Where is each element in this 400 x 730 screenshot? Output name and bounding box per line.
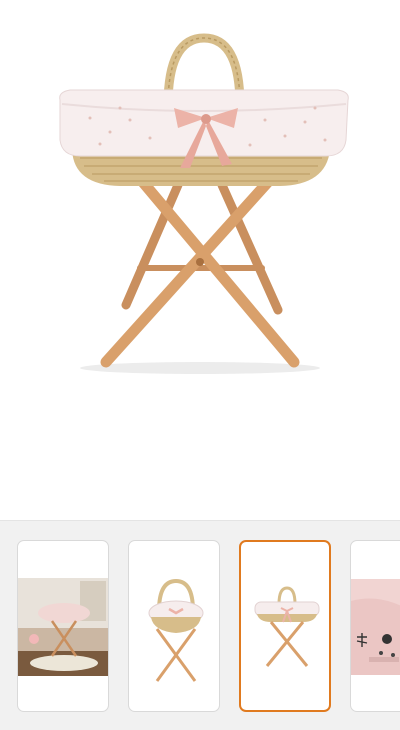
product-main-image[interactable] (0, 0, 400, 520)
room-photo-icon (18, 578, 108, 676)
blanket-photo-icon (351, 579, 400, 675)
basket-front-icon (254, 586, 320, 667)
moses-basket-illustration (59, 33, 349, 374)
thumbnail-angle-view[interactable] (128, 540, 220, 712)
thumbnail-front-view[interactable] (239, 540, 331, 712)
thumbnail-lifestyle[interactable] (17, 540, 109, 712)
basket-angle-icon (148, 578, 204, 682)
thumbnail-gallery (0, 520, 400, 730)
thumbnail-blanket[interactable] (350, 540, 400, 712)
